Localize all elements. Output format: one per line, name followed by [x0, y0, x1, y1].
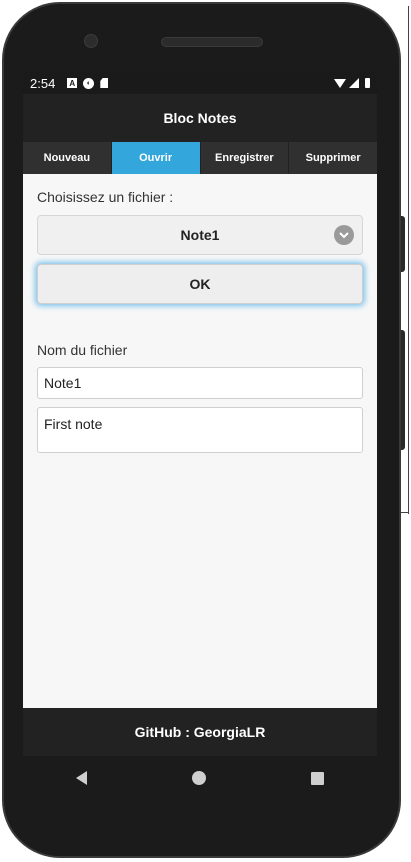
front-camera — [84, 34, 98, 48]
app-title: Bloc Notes — [163, 110, 237, 126]
tab-enregistrer[interactable]: Enregistrer — [200, 142, 290, 174]
circle-notification-icon: ◐ — [83, 77, 95, 89]
main-content: Choisissez un fichier : Note1 OK Nom du … — [23, 189, 377, 453]
frame-edge-line — [408, 6, 409, 514]
file-select[interactable]: Note1 — [37, 215, 363, 255]
wifi-icon — [334, 78, 346, 88]
footer-bar: GitHub : GeorgiaLR — [23, 708, 377, 756]
back-icon[interactable] — [75, 771, 87, 785]
app-screen: 2:54 A ◐ Bloc Notes Nouveau Ouvrir Enreg… — [23, 72, 377, 756]
signal-icon — [349, 78, 359, 88]
system-nav-bar — [23, 756, 377, 800]
app-title-bar: Bloc Notes — [23, 94, 377, 142]
note-content-textarea[interactable]: First note — [37, 407, 363, 453]
ok-button[interactable]: OK — [37, 264, 363, 304]
home-icon[interactable] — [191, 771, 206, 785]
frame-edge-line — [400, 512, 409, 513]
tab-bar: Nouveau Ouvrir Enregistrer Supprimer — [23, 142, 377, 174]
recent-apps-icon[interactable] — [311, 771, 325, 785]
filename-input[interactable]: Note1 — [37, 367, 363, 399]
file-select-value: Note1 — [180, 227, 220, 243]
battery-icon — [365, 78, 370, 88]
status-time: 2:54 — [30, 75, 56, 91]
status-bar: 2:54 A ◐ — [23, 72, 377, 94]
filename-label: Nom du fichier — [37, 342, 128, 358]
choose-file-label: Choisissez un fichier : — [37, 189, 174, 205]
tab-supprimer[interactable]: Supprimer — [289, 142, 377, 174]
earpiece-speaker — [161, 37, 263, 47]
chevron-down-icon — [334, 225, 354, 245]
tab-nouveau[interactable]: Nouveau — [23, 142, 112, 174]
tab-ouvrir[interactable]: Ouvrir — [111, 142, 201, 174]
github-credit: GitHub : GeorgiaLR — [134, 724, 266, 740]
a-notification-icon: A — [67, 78, 78, 88]
sd-card-icon — [100, 78, 109, 88]
